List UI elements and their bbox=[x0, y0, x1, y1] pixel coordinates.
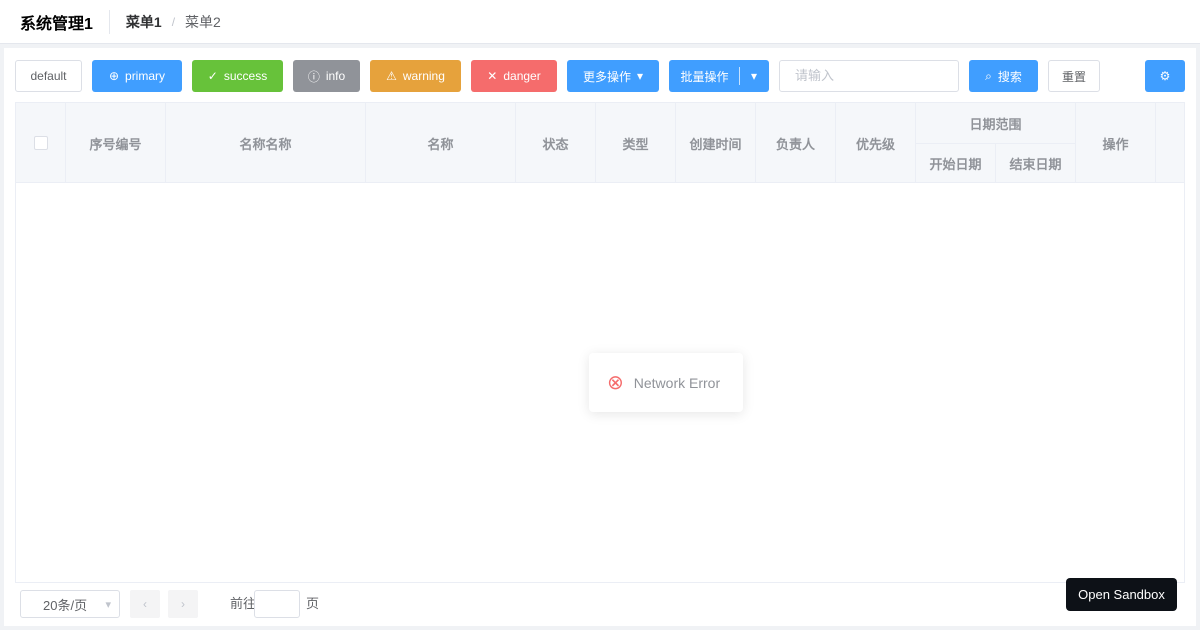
header-select-all[interactable] bbox=[16, 103, 66, 183]
danger-button[interactable]: ✕ danger bbox=[471, 60, 557, 92]
sub-column-header: 结束日期 bbox=[996, 143, 1076, 183]
column-header: 类型 bbox=[596, 103, 676, 183]
danger-button-label: danger bbox=[503, 69, 541, 83]
top-bar: 系统管理1 菜单1 / 菜单2 bbox=[0, 0, 1200, 44]
page-size-value: 20条/页 bbox=[43, 597, 88, 613]
warning-icon: ⚠ bbox=[386, 69, 397, 83]
gear-icon: ⚙ bbox=[1159, 69, 1171, 83]
goto-label: 前往 bbox=[230, 596, 257, 611]
goto-page-input[interactable] bbox=[254, 590, 300, 618]
primary-button-label: primary bbox=[125, 69, 166, 83]
batch-action-label[interactable]: 批量操作 bbox=[670, 68, 739, 85]
plus-icon: ⊕ bbox=[108, 69, 120, 83]
warning-button[interactable]: ⚠ warning bbox=[370, 60, 461, 92]
more-actions-dropdown[interactable]: 更多操作 ▾ bbox=[567, 60, 659, 92]
column-header: 状态 bbox=[516, 103, 596, 183]
reset-button-label: 重置 bbox=[1061, 69, 1086, 84]
settings-button[interactable]: ⚙ bbox=[1145, 60, 1185, 92]
sub-column-header: 开始日期 bbox=[916, 143, 996, 183]
page-unit-label: 页 bbox=[306, 596, 320, 611]
column-header: 负责人 bbox=[756, 103, 836, 183]
default-button-label: default bbox=[30, 69, 67, 83]
app-title: 系统管理1 bbox=[20, 15, 93, 33]
reset-button[interactable]: 重置 bbox=[1048, 60, 1100, 92]
column-header-overflow bbox=[1156, 103, 1184, 183]
data-table: 序号编号 名称名称 名称 状态 类型 创建时间 负责人 优先级 日期范围 开始日… bbox=[15, 102, 1185, 583]
breadcrumb-item-1[interactable]: 菜单1 bbox=[126, 12, 162, 32]
error-message: ⊗ Network Error bbox=[589, 353, 743, 412]
toolbar: default ⊕ primary ✓ success ⓘ info ⚠ warning… bbox=[4, 48, 1196, 102]
search-icon: ⌕ bbox=[985, 68, 992, 83]
delete-icon: ✕ bbox=[487, 69, 498, 83]
pagination: 20条/页 ▾ ‹ › 前往 页 bbox=[20, 590, 420, 618]
error-icon: ⊗ bbox=[607, 372, 624, 394]
column-header: 创建时间 bbox=[676, 103, 756, 183]
chevron-down-icon: ▾ bbox=[105, 598, 111, 611]
chevron-down-icon[interactable]: ▾ bbox=[740, 69, 768, 83]
table-header: 序号编号 名称名称 名称 状态 类型 创建时间 负责人 优先级 日期范围 开始日… bbox=[16, 103, 1184, 183]
search-button[interactable]: ⌕ 搜索 bbox=[969, 60, 1038, 92]
search-input[interactable]: 请输入 bbox=[779, 60, 959, 92]
chevron-down-icon: ▾ bbox=[636, 69, 644, 83]
divider bbox=[108, 9, 110, 34]
page-size-select[interactable]: 20条/页 ▾ bbox=[20, 590, 120, 618]
check-icon: ✓ bbox=[207, 69, 218, 83]
breadcrumb-item-2[interactable]: 菜单2 bbox=[185, 12, 221, 32]
next-page-button[interactable]: › bbox=[168, 590, 198, 618]
column-header: 操作 bbox=[1076, 103, 1156, 183]
select-all-checkbox[interactable] bbox=[33, 136, 48, 150]
warning-button-label: warning bbox=[402, 69, 445, 83]
column-header: 优先级 bbox=[836, 103, 916, 183]
main-panel: default ⊕ primary ✓ success ⓘ info ⚠ warning… bbox=[4, 48, 1196, 626]
breadcrumb-separator: / bbox=[171, 14, 176, 29]
default-button[interactable]: default bbox=[15, 60, 82, 92]
info-button[interactable]: ⓘ info bbox=[293, 60, 360, 92]
column-header: 名称 bbox=[366, 103, 516, 183]
info-button-label: info bbox=[325, 69, 346, 83]
success-button-label: success bbox=[223, 69, 268, 83]
more-actions-label: 更多操作 bbox=[582, 69, 631, 84]
open-sandbox-button[interactable]: Open Sandbox bbox=[1066, 578, 1177, 611]
column-header: 名称名称 bbox=[166, 103, 366, 183]
column-header: 序号编号 bbox=[66, 103, 166, 183]
column-group-header: 日期范围 bbox=[916, 103, 1076, 143]
info-icon: ⓘ bbox=[307, 69, 320, 84]
primary-button[interactable]: ⊕ primary bbox=[92, 60, 182, 92]
batch-split-button[interactable]: 批量操作 ▾ bbox=[669, 60, 769, 92]
search-button-label: 搜索 bbox=[997, 69, 1022, 84]
prev-page-button[interactable]: ‹ bbox=[130, 590, 160, 618]
error-text: Network Error bbox=[633, 374, 721, 391]
success-button[interactable]: ✓ success bbox=[192, 60, 283, 92]
